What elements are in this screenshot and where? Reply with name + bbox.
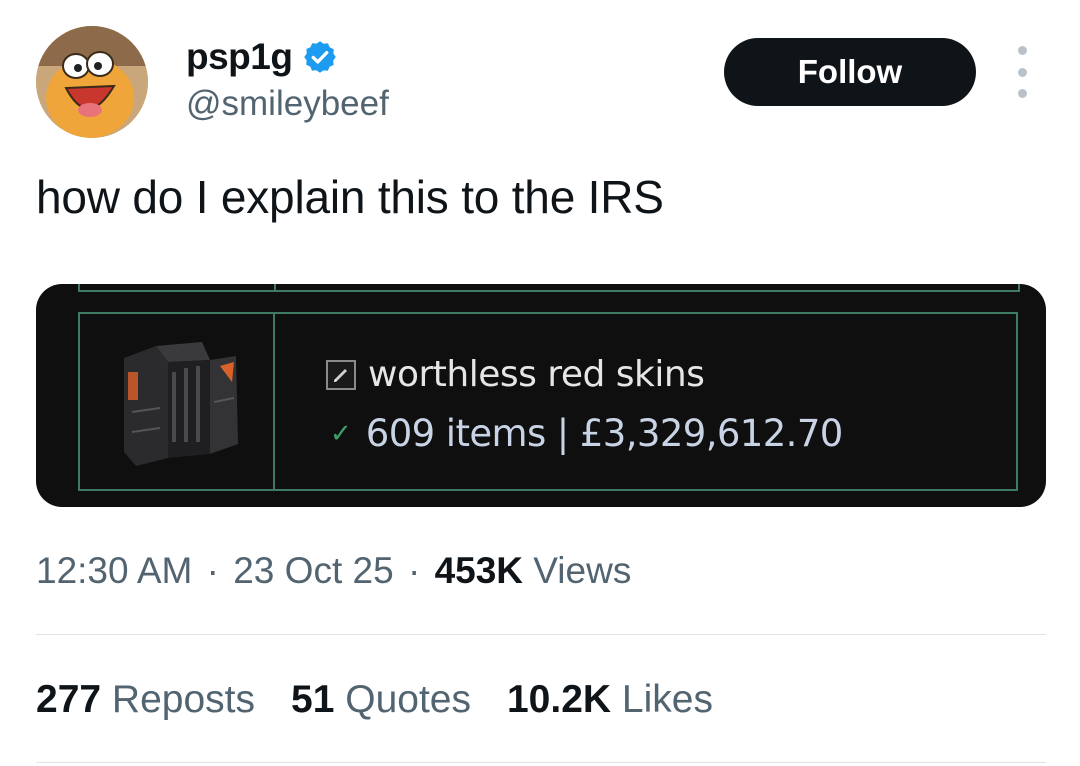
item-status-row: ✓ 609 items | £3,329,612.70 bbox=[330, 412, 843, 455]
tweet-date[interactable]: 23 Oct 25 bbox=[233, 550, 393, 591]
engagement-stats: 277 Reposts 51 Quotes 10.2K Likes bbox=[36, 678, 713, 722]
avatar[interactable] bbox=[36, 26, 148, 138]
meta-separator: · bbox=[397, 550, 431, 591]
item-row-cell: worthless red skins ✓ 609 items | £3,329… bbox=[78, 312, 1018, 491]
item-name-row: worthless red skins bbox=[326, 354, 705, 395]
reposts-stat[interactable]: 277 Reposts bbox=[36, 678, 255, 722]
more-vertical-icon[interactable] bbox=[1008, 46, 1036, 98]
views-label: Views bbox=[533, 550, 632, 591]
verified-badge-icon bbox=[302, 39, 338, 75]
checkmark-icon: ✓ bbox=[330, 418, 352, 449]
crate-icon bbox=[110, 332, 250, 470]
grid-top-border bbox=[78, 284, 1020, 292]
item-status-label: 609 items | £3,329,612.70 bbox=[365, 412, 844, 455]
quotes-stat[interactable]: 51 Quotes bbox=[291, 678, 471, 722]
author-handle[interactable]: @smileybeef bbox=[186, 84, 389, 124]
pencil-icon[interactable] bbox=[326, 359, 356, 390]
tweet-media-image[interactable]: worthless red skins ✓ 609 items | £3,329… bbox=[36, 284, 1046, 507]
likes-label: Likes bbox=[621, 678, 713, 721]
reposts-count: 277 bbox=[36, 678, 102, 721]
cell-separator bbox=[273, 314, 275, 489]
meta-separator: · bbox=[196, 550, 230, 591]
views-count: 453K bbox=[434, 550, 524, 591]
author-name-row[interactable]: psp1g bbox=[186, 36, 338, 78]
tweet-meta: 12:30 AM · 23 Oct 25 · 453K Views bbox=[36, 550, 631, 592]
tweet-time[interactable]: 12:30 AM bbox=[36, 550, 192, 591]
divider bbox=[36, 634, 1046, 635]
divider bbox=[36, 762, 1046, 763]
item-name-label: worthless red skins bbox=[368, 354, 705, 395]
quotes-count: 51 bbox=[291, 678, 335, 721]
likes-count: 10.2K bbox=[506, 678, 612, 721]
author-display-name[interactable]: psp1g bbox=[186, 36, 293, 78]
tweet-text: how do I explain this to the IRS bbox=[36, 171, 664, 223]
likes-stat[interactable]: 10.2K Likes bbox=[507, 678, 713, 722]
follow-button[interactable]: Follow bbox=[724, 38, 976, 106]
quotes-label: Quotes bbox=[345, 678, 471, 721]
avatar-image bbox=[36, 26, 148, 138]
reposts-label: Reposts bbox=[111, 678, 255, 721]
